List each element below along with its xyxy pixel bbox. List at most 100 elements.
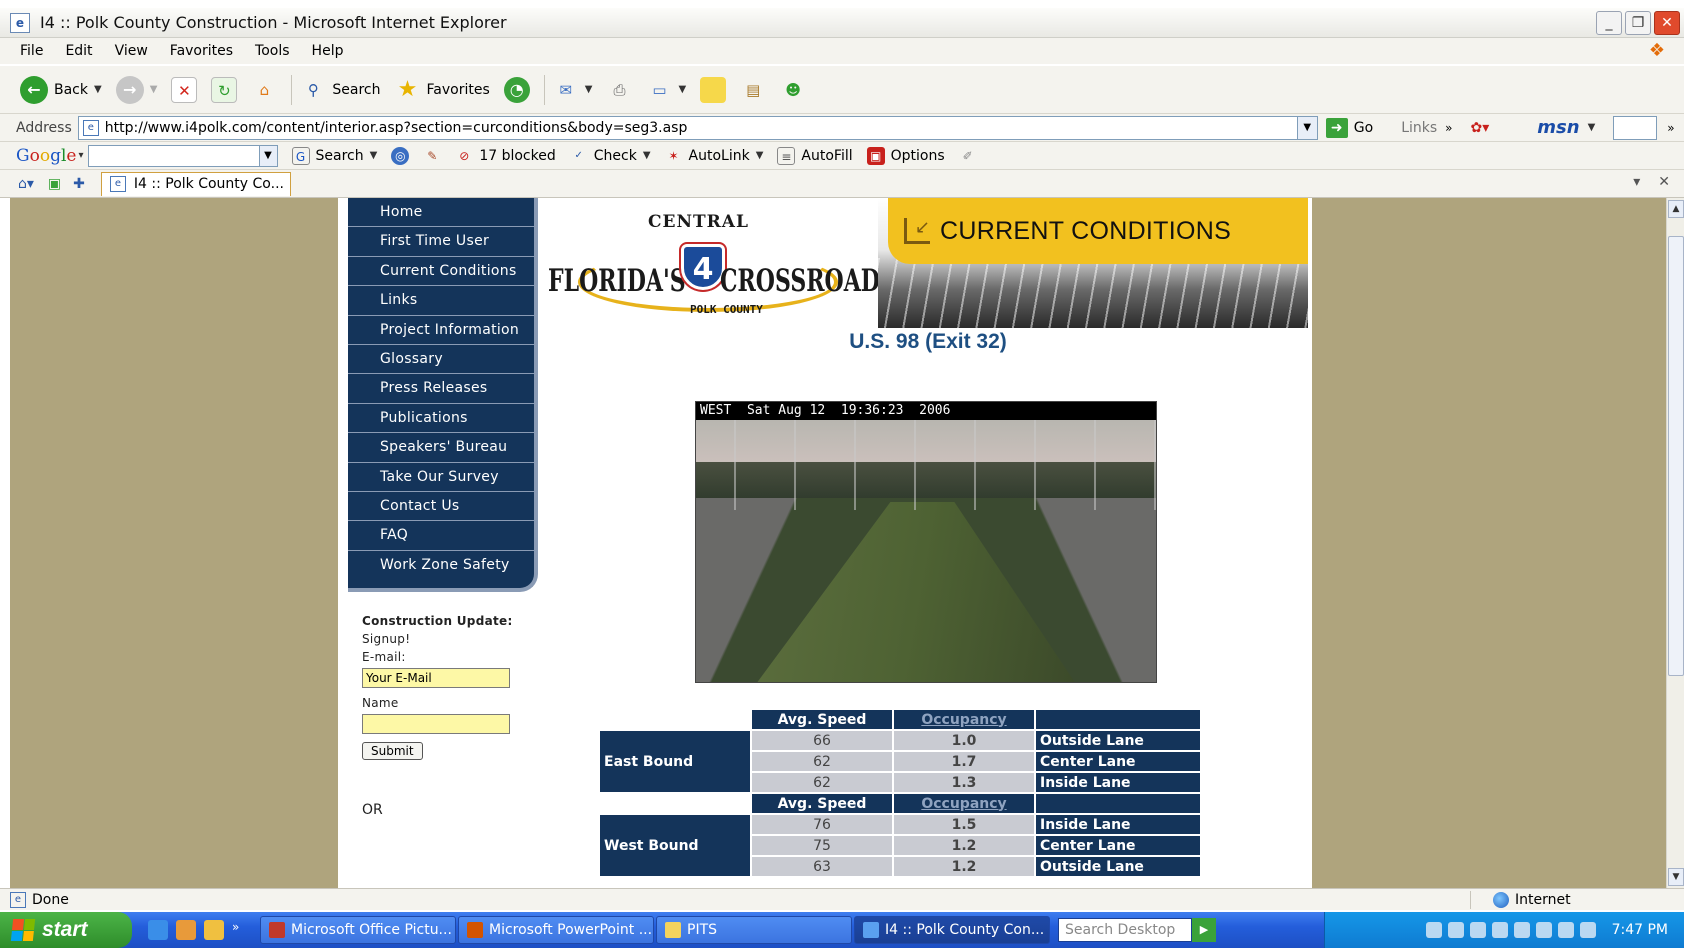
forward-dropdown-icon[interactable]: ▼ xyxy=(150,84,158,95)
nav-work-zone-safety[interactable]: Work Zone Safety xyxy=(348,551,534,580)
check-dropdown-icon[interactable]: ▼ xyxy=(643,150,651,161)
google-input-dropdown-icon[interactable]: ▼ xyxy=(258,145,277,166)
links-chevron-icon[interactable]: » xyxy=(1445,121,1452,135)
site-logo[interactable]: CENTRAL FLORIDA'S 4 CROSSROAD POLK COUNT… xyxy=(548,208,880,318)
email-field[interactable] xyxy=(362,668,510,688)
autofill-button[interactable]: ≡ AutoFill xyxy=(777,146,853,165)
back-dropdown-icon[interactable]: ▼ xyxy=(94,84,102,95)
nav-press-releases[interactable]: Press Releases xyxy=(348,374,534,404)
nav-links[interactable]: Links xyxy=(348,286,534,316)
search-button[interactable]: ⚲ Search xyxy=(300,77,381,103)
google-menu-dropdown-icon[interactable]: ▾ xyxy=(78,150,83,161)
nav-first-time-user[interactable]: First Time User xyxy=(348,227,534,257)
options-button[interactable]: ▣ Options xyxy=(866,146,945,165)
address-input[interactable]: e http://www.i4polk.com/content/interior… xyxy=(77,115,1318,140)
edit-dropdown-icon[interactable]: ▼ xyxy=(678,84,686,95)
forward-button[interactable]: → ▼ xyxy=(115,75,158,104)
task-internet-explorer[interactable]: I4 :: Polk County Con... xyxy=(854,916,1050,944)
new-tab-icon[interactable]: ✚ xyxy=(73,176,85,192)
tray-display-icon[interactable] xyxy=(1469,922,1486,938)
discuss-button[interactable] xyxy=(700,76,727,103)
google-search-button[interactable]: G Search ▼ xyxy=(291,146,378,165)
links-label[interactable]: Links xyxy=(1401,120,1437,136)
nav-current-conditions[interactable]: Current Conditions xyxy=(348,257,534,287)
menu-tools[interactable]: Tools xyxy=(255,43,290,59)
favorites-button[interactable]: ★ Favorites xyxy=(395,77,490,103)
nav-glossary[interactable]: Glossary xyxy=(348,345,534,375)
mail-button[interactable]: ✉ ▼ xyxy=(553,77,593,103)
restore-button[interactable]: ❐ xyxy=(1625,11,1651,35)
nav-project-information[interactable]: Project Information xyxy=(348,316,534,345)
scroll-down-icon[interactable]: ▼ xyxy=(1668,868,1684,886)
tab-current[interactable]: e I4 :: Polk County Co... xyxy=(100,171,291,196)
nav-speakers-bureau[interactable]: Speakers' Bureau xyxy=(348,433,534,463)
pagerank-button[interactable]: ✎ xyxy=(423,147,441,165)
msn-search-input[interactable] xyxy=(1613,115,1658,140)
menu-file[interactable]: File xyxy=(20,43,43,59)
edit-button[interactable]: ▭ ▼ xyxy=(646,77,686,103)
desktop-search-go-icon[interactable]: ▶ xyxy=(1192,918,1216,942)
name-field[interactable] xyxy=(362,714,510,734)
nav-home[interactable]: Home xyxy=(348,198,534,228)
msn-logo[interactable]: msn xyxy=(1537,117,1579,138)
tray-search-icon[interactable] xyxy=(1579,922,1596,938)
tray-messenger-icon[interactable] xyxy=(1535,922,1552,938)
popup-blocker-button[interactable]: ⊘ 17 blocked xyxy=(455,147,555,165)
back-button[interactable]: ← Back ▼ xyxy=(20,75,102,104)
more-chevron-icon[interactable]: » xyxy=(1667,121,1674,135)
vertical-scrollbar[interactable]: ▲ ▼ xyxy=(1666,198,1684,888)
menu-favorites[interactable]: Favorites xyxy=(170,43,233,59)
nav-take-our-survey[interactable]: Take Our Survey xyxy=(348,463,534,492)
tab-list-icon[interactable]: ▣ xyxy=(48,176,61,192)
quick-tabs-icon[interactable]: ⌂▾ xyxy=(18,176,34,192)
quick-launch-more-icon[interactable]: » xyxy=(232,920,239,940)
tray-back-icon[interactable] xyxy=(1425,922,1442,938)
google-news-button[interactable]: ◎ xyxy=(391,146,410,165)
nav-contact-us[interactable]: Contact Us xyxy=(348,492,534,522)
minimize-button[interactable]: _ xyxy=(1596,11,1622,35)
msn-dropdown-icon[interactable]: ▼ xyxy=(1588,122,1596,133)
print-button[interactable]: ⎙ xyxy=(606,77,632,103)
outlook-launch-icon[interactable] xyxy=(204,920,224,940)
menu-view[interactable]: View xyxy=(115,43,148,59)
refresh-button[interactable]: ↻ xyxy=(211,76,238,103)
occupancy-header-link[interactable]: Occupancy xyxy=(894,710,1034,729)
task-office-picture[interactable]: Microsoft Office Pictu... xyxy=(260,916,456,944)
address-dropdown-icon[interactable]: ▼ xyxy=(1296,116,1317,139)
submit-button[interactable]: Submit xyxy=(362,742,423,760)
autolink-dropdown-icon[interactable]: ▼ xyxy=(756,150,764,161)
google-search-input[interactable]: ▼ xyxy=(87,144,278,167)
desktop-search-input[interactable]: Search Desktop xyxy=(1058,918,1192,942)
close-button[interactable]: ✕ xyxy=(1654,11,1680,35)
task-pits-folder[interactable]: PITS xyxy=(656,916,852,944)
history-button[interactable]: ◔ xyxy=(503,76,530,103)
scroll-up-icon[interactable]: ▲ xyxy=(1668,200,1684,218)
occupancy-header-link[interactable]: Occupancy xyxy=(894,794,1034,813)
scroll-thumb[interactable] xyxy=(1668,236,1684,676)
spellcheck-button[interactable]: ✓ Check ▼ xyxy=(570,147,651,165)
stop-button[interactable]: ✕ xyxy=(171,76,198,103)
autolink-button[interactable]: ✶ AutoLink ▼ xyxy=(665,147,764,165)
menu-help[interactable]: Help xyxy=(312,43,344,59)
tray-update-icon[interactable] xyxy=(1557,922,1574,938)
mail-dropdown-icon[interactable]: ▼ xyxy=(585,84,593,95)
home-button[interactable]: ⌂ xyxy=(251,77,277,103)
highlight-button[interactable]: ✐ xyxy=(959,147,977,165)
google-search-dropdown-icon[interactable]: ▼ xyxy=(370,150,378,161)
menu-edit[interactable]: Edit xyxy=(65,43,92,59)
ie-launch-icon[interactable] xyxy=(148,920,168,940)
messenger-launch-icon[interactable] xyxy=(176,920,196,940)
task-powerpoint[interactable]: Microsoft PowerPoint ... xyxy=(458,916,654,944)
security-zone[interactable]: Internet xyxy=(1470,891,1571,909)
research-button[interactable]: ▤ xyxy=(740,77,766,103)
nav-faq[interactable]: FAQ xyxy=(348,521,534,551)
nav-publications[interactable]: Publications xyxy=(348,404,534,434)
tab-close-icon[interactable]: ✕ xyxy=(1658,174,1670,190)
google-logo[interactable]: Google xyxy=(16,146,76,166)
tray-security-icon[interactable] xyxy=(1513,922,1530,938)
tray-network-icon[interactable] xyxy=(1447,922,1464,938)
go-button[interactable]: ➜ Go xyxy=(1325,117,1373,138)
messenger-button[interactable]: ☻ xyxy=(780,77,806,103)
toolbar-options-icon[interactable]: ✿▾ xyxy=(1471,120,1490,136)
tray-volume-icon[interactable] xyxy=(1491,922,1508,938)
